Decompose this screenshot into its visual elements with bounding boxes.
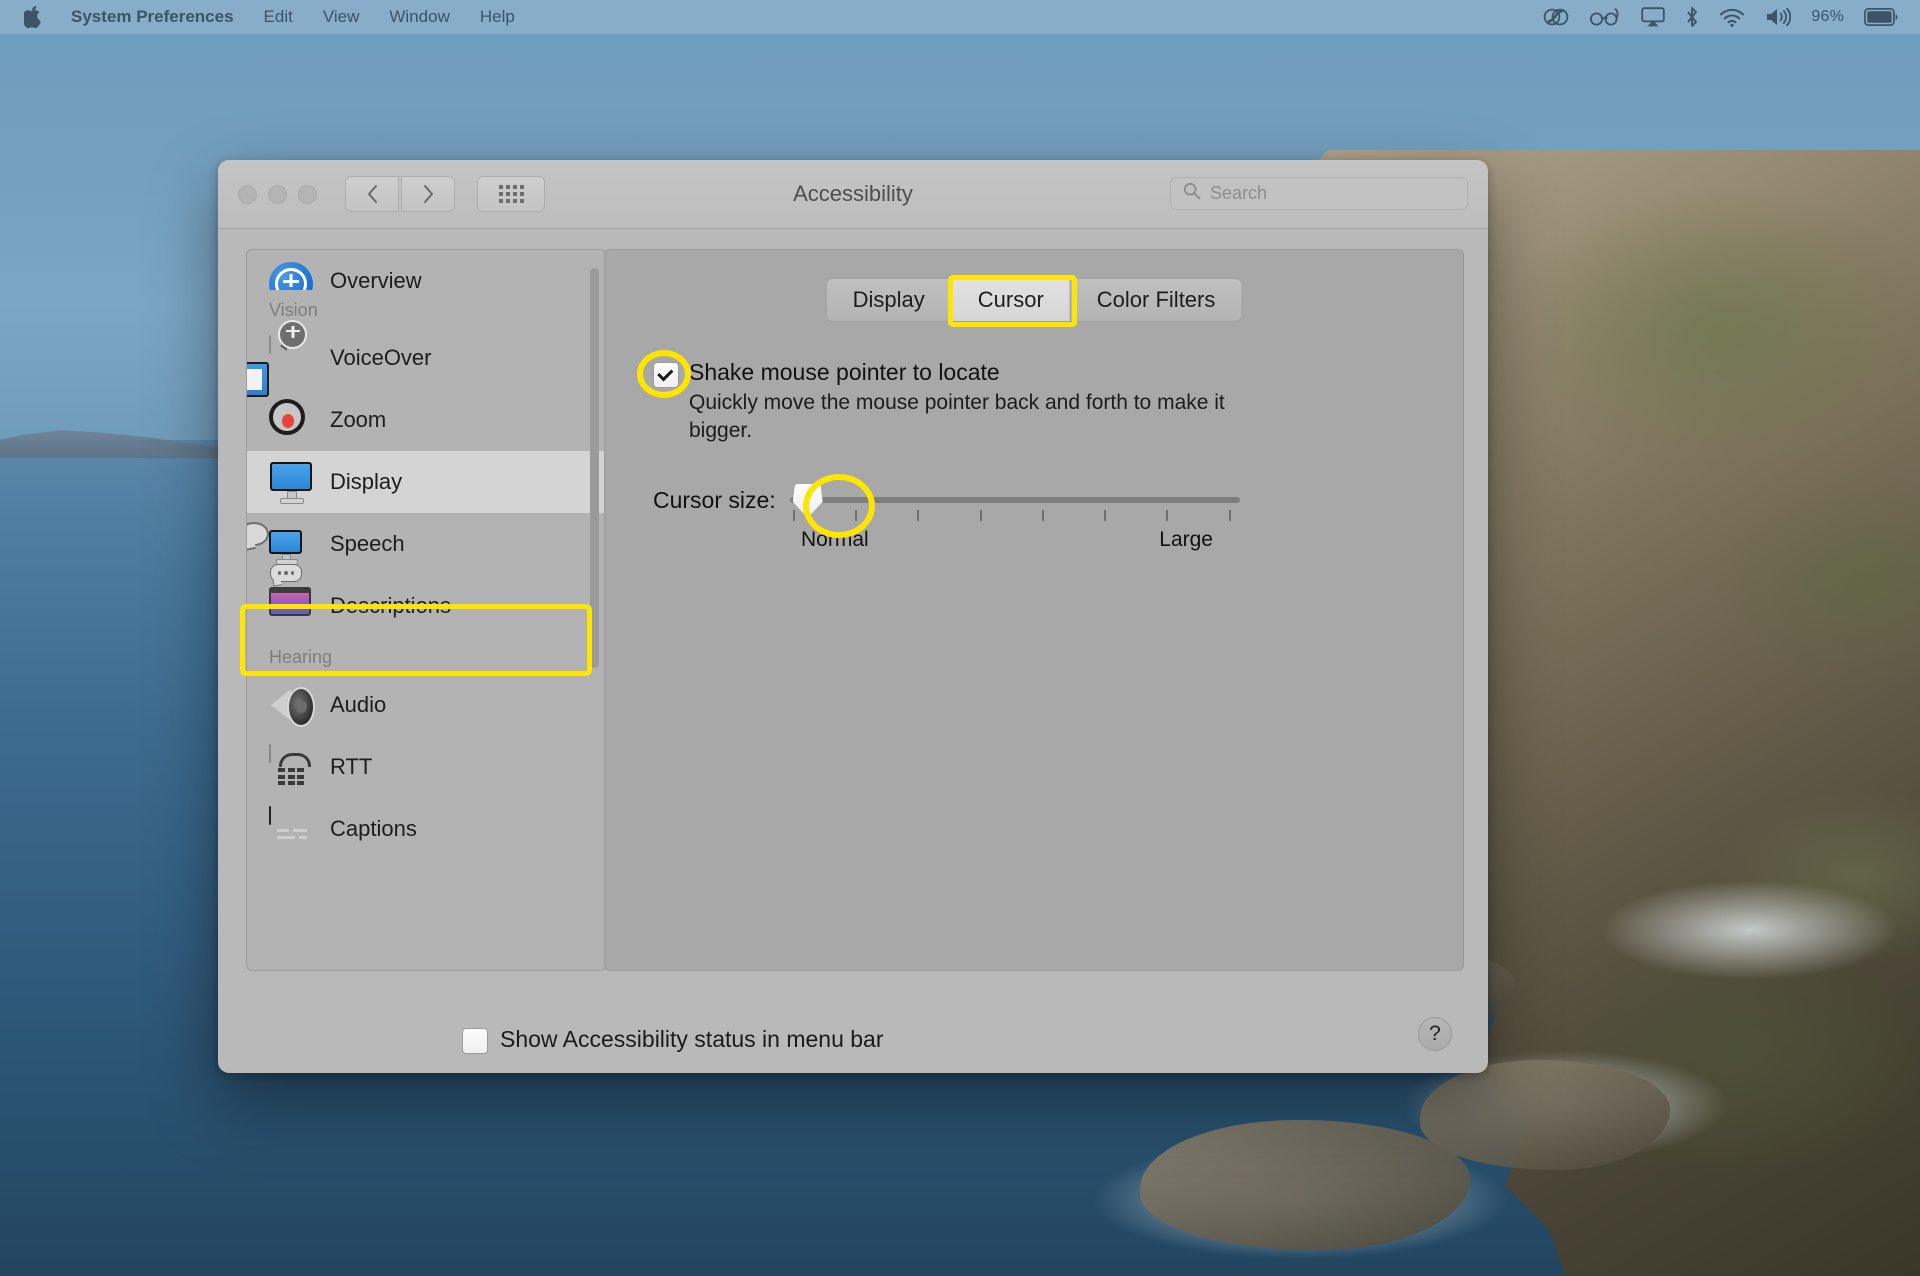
- sidebar-scroll-content: Overview Vision VoiceOver Zoom Display S…: [247, 250, 605, 970]
- sidebar-item-label: Overview: [330, 268, 422, 290]
- shake-pointer-texts: Shake mouse pointer to locate Quickly mo…: [689, 358, 1269, 445]
- speech-bubble-icon: [247, 522, 313, 566]
- sidebar-group-hearing: Hearing: [269, 647, 333, 667]
- airplay-icon[interactable]: [1641, 7, 1666, 27]
- sidebar-scrollbar[interactable]: [590, 268, 599, 668]
- shake-pointer-label: Shake mouse pointer to locate: [689, 359, 1000, 385]
- sidebar-item-speech[interactable]: Speech: [247, 513, 605, 575]
- grid-dots-icon: [498, 185, 524, 203]
- sidebar-item-zoom[interactable]: Zoom: [247, 362, 605, 451]
- sidebar-item-display[interactable]: Display: [247, 451, 605, 513]
- show-accessibility-status-label: Show Accessibility status in menu bar: [500, 1025, 884, 1052]
- shake-pointer-setting: Shake mouse pointer to locate Quickly mo…: [653, 358, 1269, 445]
- cursor-size-label: Cursor size:: [653, 486, 776, 513]
- cursor-size-slider[interactable]: [789, 478, 1240, 522]
- glasses-icon[interactable]: [1589, 7, 1621, 27]
- sidebar-item-label: VoiceOver: [330, 345, 432, 370]
- menu-edit[interactable]: Edit: [249, 0, 308, 34]
- settings-tabbar: Display Cursor Color Filters: [825, 278, 1243, 322]
- sidebar-item-descriptions[interactable]: Descriptions: [247, 564, 605, 637]
- descriptions-icon: [269, 564, 313, 628]
- display-monitor-icon: [269, 460, 313, 504]
- wifi-icon[interactable]: [1719, 7, 1745, 27]
- navigation-buttons: [345, 176, 455, 212]
- tab-color-filters[interactable]: Color Filters: [1071, 279, 1242, 321]
- bluetooth-icon[interactable]: [1685, 6, 1699, 28]
- sea-foam: [1600, 880, 1900, 980]
- traffic-light-buttons: [218, 184, 317, 204]
- accessibility-sidebar[interactable]: Overview Vision VoiceOver Zoom Display S…: [246, 249, 606, 971]
- desktop-wallpaper: System Preferences Edit View Window Help: [0, 0, 1920, 1276]
- search-placeholder: Search: [1210, 183, 1268, 203]
- sidebar-item-rtt[interactable]: RTT: [247, 736, 605, 798]
- window-titlebar: Accessibility Search: [218, 160, 1488, 229]
- menu-help[interactable]: Help: [465, 0, 530, 34]
- show-all-button[interactable]: [477, 176, 545, 212]
- zoom-button[interactable]: [298, 184, 317, 204]
- zoom-magnifier-icon: [247, 362, 313, 442]
- captions-icon: [269, 806, 313, 851]
- back-button[interactable]: [345, 176, 399, 212]
- sidebar-item-label: RTT: [330, 754, 373, 779]
- shake-pointer-checkbox[interactable]: [653, 362, 679, 388]
- cursor-settings-pane: Display Cursor Color Filters Shake mouse…: [604, 249, 1464, 971]
- sidebar-item-label: Captions: [330, 816, 417, 841]
- close-button[interactable]: [238, 184, 257, 204]
- apple-logo-icon[interactable]: [18, 6, 56, 28]
- show-status-setting: Show Accessibility status in menu bar: [462, 1024, 884, 1054]
- creative-cloud-icon[interactable]: [1543, 6, 1569, 28]
- cursor-size-setting: Cursor size:: [653, 478, 1240, 522]
- sidebar-item-audio[interactable]: Audio: [247, 674, 605, 736]
- sidebar-item-captions[interactable]: Captions: [247, 798, 605, 860]
- sidebar-item-label: Zoom: [330, 407, 387, 432]
- battery-icon[interactable]: [1864, 8, 1898, 26]
- slider-track[interactable]: [789, 497, 1240, 503]
- forward-button[interactable]: [401, 176, 455, 212]
- sea-rock: [1420, 1060, 1670, 1170]
- sidebar-item-overview[interactable]: Overview: [247, 250, 605, 290]
- content-container: Display Cursor Color Filters Shake mouse…: [604, 229, 1488, 1073]
- macos-menu-bar: System Preferences Edit View Window Help: [0, 0, 1920, 34]
- cursor-size-max-label: Large: [1159, 528, 1213, 551]
- preferences-body: Overview Vision VoiceOver Zoom Display S…: [218, 229, 1488, 1073]
- help-button[interactable]: ?: [1418, 1017, 1452, 1051]
- battery-percentage: 96%: [1811, 8, 1844, 25]
- rtt-telephone-icon: [269, 744, 313, 789]
- sea-rock: [1140, 1120, 1470, 1250]
- menu-bar-status-area: 96%: [1543, 6, 1920, 28]
- search-input[interactable]: Search: [1170, 177, 1468, 210]
- menu-bar-left: System Preferences Edit View Window Help: [0, 0, 530, 34]
- audio-speaker-icon: [269, 683, 315, 727]
- minimize-button[interactable]: [268, 184, 287, 204]
- sidebar-item-label: Display: [330, 469, 403, 494]
- accessibility-overview-icon: [269, 250, 313, 290]
- window-footer: Show Accessibility status in menu bar ?: [218, 1005, 1488, 1073]
- menu-view[interactable]: View: [308, 0, 375, 34]
- cursor-size-min-label: Normal: [801, 528, 869, 551]
- show-accessibility-status-checkbox[interactable]: [462, 1028, 488, 1054]
- tab-cursor[interactable]: Cursor: [951, 279, 1071, 321]
- tab-display[interactable]: Display: [827, 279, 952, 321]
- sidebar-group-vision: Vision: [269, 300, 318, 320]
- menu-system-preferences[interactable]: System Preferences: [56, 0, 249, 34]
- menu-window[interactable]: Window: [374, 0, 464, 34]
- sidebar-item-label: Descriptions: [330, 593, 452, 618]
- volume-icon[interactable]: [1765, 7, 1792, 27]
- system-preferences-window[interactable]: Accessibility Search Overview Vision Voi…: [218, 160, 1488, 1073]
- sidebar-item-label: Speech: [330, 531, 405, 556]
- sidebar-item-label: Audio: [330, 692, 387, 717]
- sidebar-item-voiceover[interactable]: VoiceOver: [247, 320, 605, 389]
- search-icon: [1183, 182, 1201, 205]
- shake-pointer-description: Quickly move the mouse pointer back and …: [689, 391, 1225, 443]
- cursor-size-scale-labels: Normal Large: [653, 528, 1213, 552]
- voiceover-icon: [269, 320, 313, 380]
- sidebar-container: Overview Vision VoiceOver Zoom Display S…: [218, 229, 606, 1073]
- slider-tick-marks: [790, 510, 1240, 522]
